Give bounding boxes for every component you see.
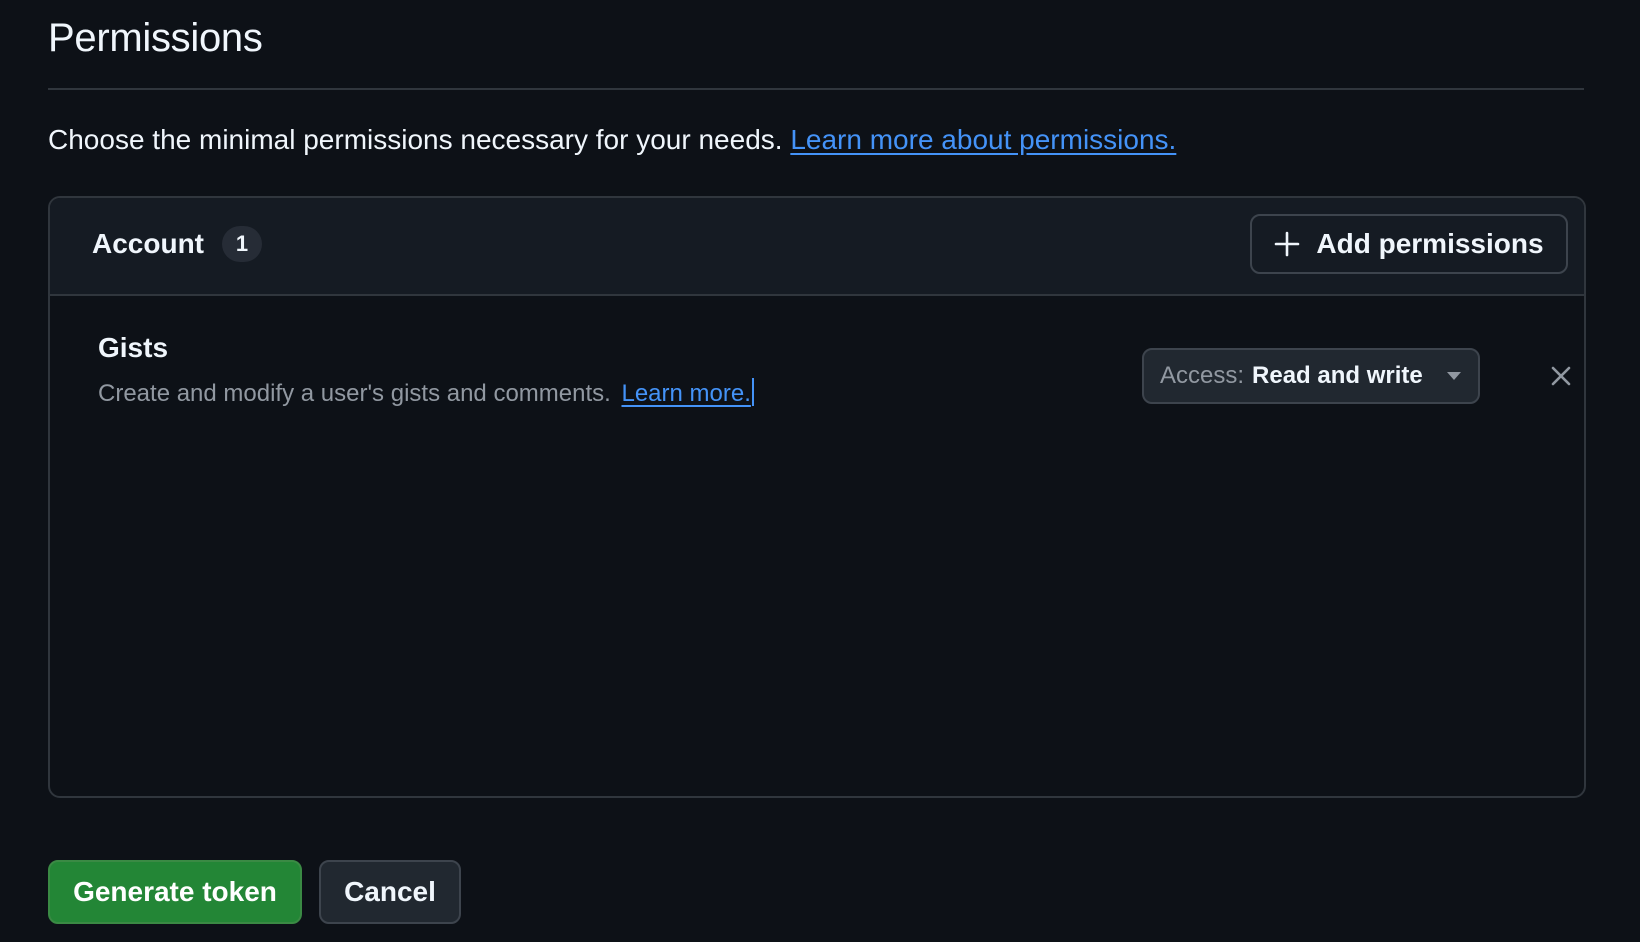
cancel-button[interactable]: Cancel [319, 860, 461, 924]
account-section-header: Account 1 Add permissions [50, 198, 1584, 296]
account-permissions-panel: Account 1 Add permissions Gists Create a… [48, 196, 1586, 798]
add-permissions-button[interactable]: Add permissions [1250, 214, 1568, 274]
plus-icon [1275, 231, 1300, 257]
access-value: Read and write [1252, 362, 1423, 389]
account-section-label: Account [92, 228, 204, 259]
title-divider [48, 88, 1584, 90]
access-level-select[interactable]: Access: Read and write [1142, 348, 1480, 404]
permission-learn-more-label: Learn more. [621, 380, 751, 407]
learn-more-permissions-link[interactable]: Learn more about permissions. [790, 124, 1176, 155]
intro-text: Choose the minimal permissions necessary… [48, 124, 783, 155]
permission-description: Create and modify a user's gists and com… [98, 378, 754, 408]
permission-count-badge: 1 [222, 226, 262, 262]
permission-description-text: Create and modify a user's gists and com… [98, 380, 611, 407]
generate-token-button[interactable]: Generate token [48, 860, 302, 924]
permission-name: Gists [98, 332, 169, 363]
page-title: Permissions [48, 16, 263, 60]
remove-permission-button[interactable] [1546, 361, 1576, 391]
close-icon [1551, 366, 1571, 386]
permissions-page: Permissions Choose the minimal permissio… [0, 0, 1640, 942]
add-permissions-label: Add permissions [1316, 228, 1544, 259]
triangle-down-icon [1447, 372, 1461, 380]
permissions-intro: Choose the minimal permissions necessary… [48, 124, 1176, 156]
text-cursor [751, 378, 754, 406]
permission-learn-more-link[interactable]: Learn more. [621, 378, 754, 407]
access-prefix: Access: [1160, 362, 1245, 389]
